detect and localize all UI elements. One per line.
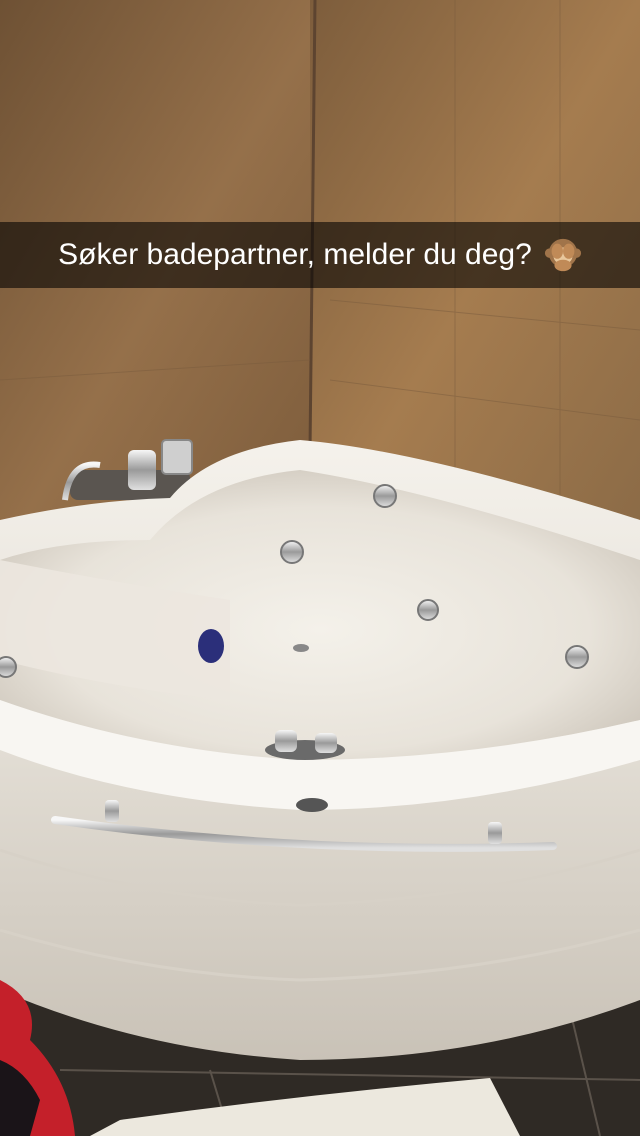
see-no-evil-monkey-icon	[544, 238, 581, 272]
snap-caption: Søker badepartner, melder du deg?	[58, 238, 532, 271]
photo-scene	[0, 0, 640, 1136]
blue-plug	[198, 629, 224, 663]
snap-caption-bar: Søker badepartner, melder du deg?	[0, 222, 640, 288]
